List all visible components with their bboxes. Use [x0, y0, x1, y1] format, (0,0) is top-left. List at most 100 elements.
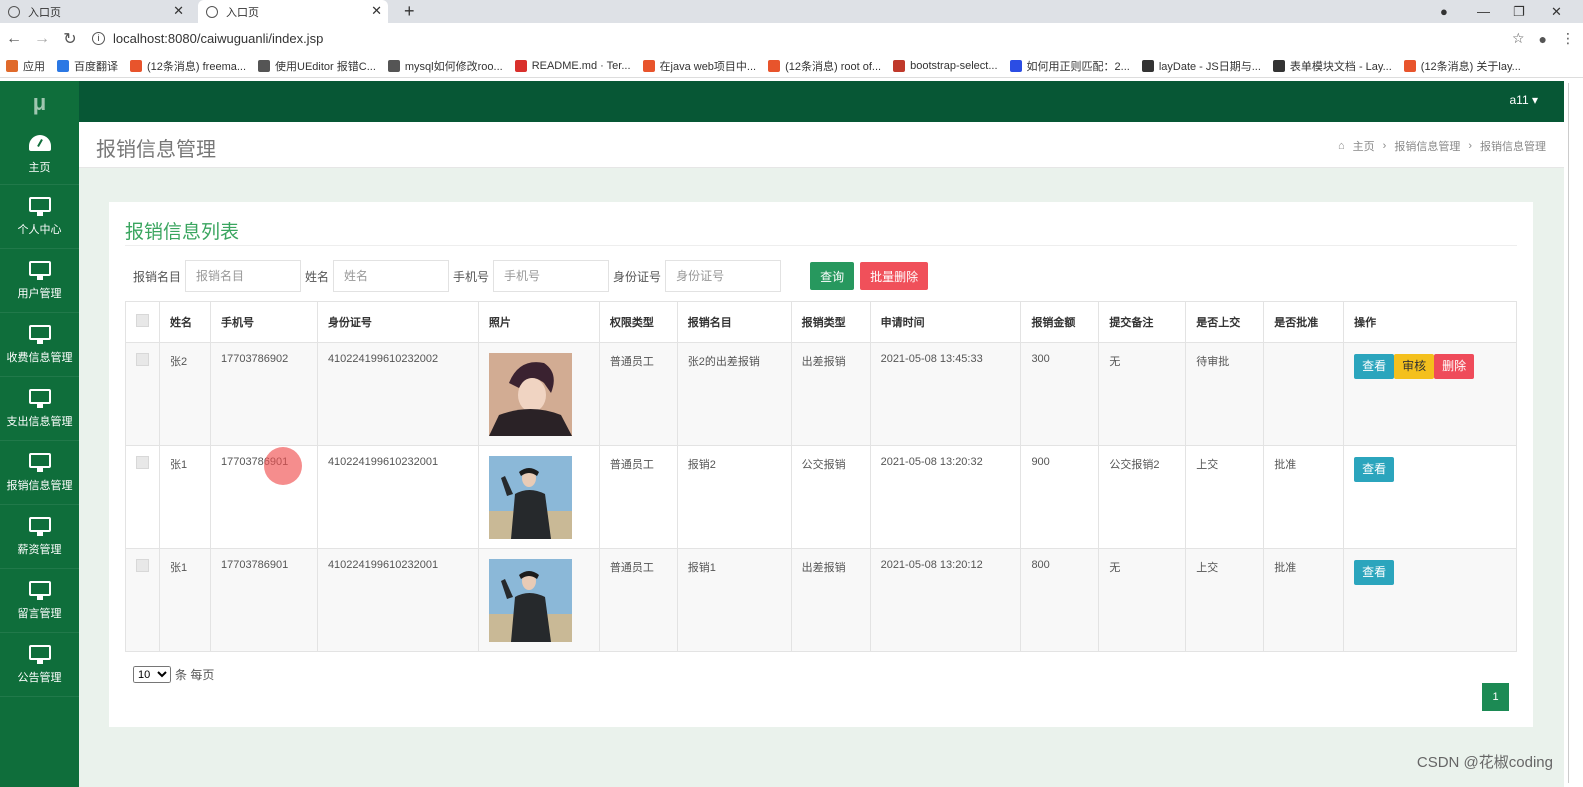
- page-number-button[interactable]: 1: [1482, 683, 1509, 711]
- bookmark-item[interactable]: 使用UEditor 报错C...: [258, 58, 376, 74]
- home-icon: ⌂: [1338, 140, 1345, 152]
- menu-icon[interactable]: ⋮: [1561, 30, 1575, 47]
- bookmark-item[interactable]: bootstrap-select...: [893, 59, 998, 72]
- user-menu[interactable]: a11 ▾: [1510, 93, 1539, 107]
- cell-phone: 17703786902: [209, 342, 318, 446]
- row-checkbox[interactable]: [136, 456, 149, 469]
- bookmark-favicon-icon: [130, 59, 142, 72]
- dashboard-icon: [28, 134, 51, 151]
- monitor-icon: [28, 324, 51, 344]
- account-icon[interactable]: ●: [1539, 31, 1547, 47]
- photo-thumbnail[interactable]: [488, 559, 572, 642]
- column-header: 报销金额: [1020, 301, 1100, 343]
- tab-title: 入口页: [226, 6, 259, 19]
- sidebar-item-salary[interactable]: 薪资管理: [0, 505, 79, 569]
- audit-button[interactable]: 审核: [1394, 354, 1435, 379]
- close-icon[interactable]: ✕: [173, 3, 184, 19]
- window-close-icon[interactable]: ✕: [1551, 0, 1562, 23]
- new-tab-icon[interactable]: +: [404, 0, 415, 22]
- view-button[interactable]: 查看: [1354, 457, 1395, 482]
- star-icon[interactable]: ☆: [1512, 30, 1525, 47]
- row-checkbox[interactable]: [136, 353, 149, 366]
- table-row: 张2 17703786902 410224199610232002 普通员工 张…: [125, 342, 1517, 446]
- bookmark-label: 百度翻译: [74, 60, 118, 73]
- bookmark-item[interactable]: 应用: [6, 58, 45, 74]
- sidebar-item-messages[interactable]: 留言管理: [0, 569, 79, 633]
- profile-menu-icon[interactable]: ●: [1440, 0, 1448, 23]
- bookmark-item[interactable]: (12条消息) freema...: [130, 58, 246, 74]
- sidebar-item-personal-center[interactable]: 个人中心: [0, 185, 79, 249]
- info-icon[interactable]: i: [92, 32, 105, 45]
- sidebar-item-home[interactable]: 主页: [0, 125, 79, 185]
- id-card-input[interactable]: [665, 260, 782, 292]
- query-button[interactable]: 查询: [810, 262, 855, 290]
- bookmark-item[interactable]: 表单模块文档 - Lay...: [1272, 58, 1392, 74]
- batch-delete-button[interactable]: 批量删除: [860, 262, 929, 290]
- bookmark-item[interactable]: 如何用正则匹配：2...: [1009, 58, 1130, 74]
- sidebar-item-charges[interactable]: 收费信息管理: [0, 313, 79, 377]
- delete-button[interactable]: 删除: [1434, 354, 1475, 379]
- sidebar-item-users[interactable]: 用户管理: [0, 249, 79, 313]
- bookmark-item[interactable]: README.md · Ter...: [514, 59, 631, 72]
- table-row: 张1 17703786901 410224199610232001 普通员工 报…: [125, 445, 1517, 549]
- breadcrumb-item[interactable]: 报销信息管理: [1394, 138, 1460, 154]
- page-size-select[interactable]: 10: [133, 666, 171, 683]
- photo-thumbnail[interactable]: [488, 353, 572, 436]
- cell-remark: 无: [1098, 548, 1187, 652]
- bookmark-item[interactable]: layDate - JS日期与...: [1141, 58, 1261, 74]
- bookmark-item[interactable]: 百度翻译: [57, 58, 118, 74]
- bookmark-item[interactable]: 在java web项目中...: [642, 58, 756, 74]
- photo-thumbnail[interactable]: [488, 456, 572, 539]
- monitor-icon: [28, 580, 51, 600]
- select-all-cell[interactable]: [125, 301, 160, 343]
- sidebar-item-label: 用户管理: [17, 287, 62, 300]
- cell-time: 2021-05-08 13:45:33: [869, 342, 1022, 446]
- forward-icon[interactable]: →: [28, 30, 56, 48]
- data-table: 姓名 手机号 身份证号 照片 权限类型 报销名目 报销类型 申请时间 报销金额 …: [125, 301, 1517, 652]
- sidebar-item-expenses[interactable]: 支出信息管理: [0, 377, 79, 441]
- cell-type: 出差报销: [790, 548, 871, 652]
- bookmark-label: 如何用正则匹配：2...: [1026, 60, 1130, 73]
- breadcrumb-home[interactable]: 主页: [1353, 138, 1375, 154]
- cell-role: 普通员工: [598, 445, 678, 549]
- item-name-input[interactable]: [185, 260, 302, 292]
- close-icon[interactable]: ✕: [371, 3, 382, 19]
- column-header: 身份证号: [316, 301, 479, 343]
- restore-icon[interactable]: ❐: [1513, 0, 1525, 23]
- name-input[interactable]: [333, 260, 450, 292]
- bookmark-item[interactable]: (12条消息) root of...: [768, 58, 881, 74]
- sidebar-item-label: 主页: [28, 161, 51, 174]
- scrollbar-thumb[interactable]: [1568, 83, 1579, 783]
- url-text: localhost:8080/caiwuguanli/index.jsp: [113, 31, 324, 46]
- view-button[interactable]: 查看: [1354, 560, 1395, 585]
- cell-role: 普通员工: [598, 342, 678, 446]
- bookmark-label: (12条消息) root of...: [785, 60, 882, 73]
- cell-amount: 900: [1020, 445, 1100, 549]
- minimize-icon[interactable]: —: [1477, 0, 1490, 23]
- bookmark-item[interactable]: mysql如何修改roo...: [387, 58, 503, 74]
- scrollbar[interactable]: [1564, 81, 1583, 787]
- column-header: 权限类型: [598, 301, 678, 343]
- back-icon[interactable]: ←: [0, 30, 28, 48]
- view-button[interactable]: 查看: [1354, 354, 1395, 379]
- search-form: 报销名目 姓名 手机号 身份证号 查询 批量删除: [133, 260, 929, 292]
- phone-input[interactable]: [493, 260, 610, 292]
- browser-tab-bar: 入口页 ✕ 入口页 ✕ + ● — ❐ ✕: [0, 0, 1583, 23]
- bookmark-favicon-icon: [1403, 59, 1416, 72]
- browser-tab[interactable]: 入口页 ✕: [0, 0, 190, 23]
- bookmark-item[interactable]: (12条消息) 关于lay...: [1403, 58, 1521, 74]
- cell-name: 张2: [159, 342, 211, 446]
- select-all-checkbox[interactable]: [136, 314, 149, 327]
- monitor-icon: [28, 260, 51, 280]
- monitor-icon: [28, 644, 51, 664]
- reload-icon[interactable]: ↻: [56, 29, 84, 49]
- column-header: 手机号: [209, 301, 318, 343]
- address-bar: ← → ↻ i localhost:8080/caiwuguanli/index…: [0, 23, 1583, 54]
- cell-actions: 查看 审核 删除: [1343, 342, 1517, 446]
- row-checkbox[interactable]: [136, 559, 149, 572]
- browser-tab-active[interactable]: 入口页 ✕: [198, 0, 388, 23]
- sidebar-item-announcements[interactable]: 公告管理: [0, 633, 79, 697]
- url-field[interactable]: i localhost:8080/caiwuguanli/index.jsp: [92, 31, 323, 46]
- sidebar-item-reimbursements[interactable]: 报销信息管理: [0, 441, 79, 505]
- sidebar-item-label: 留言管理: [17, 607, 62, 620]
